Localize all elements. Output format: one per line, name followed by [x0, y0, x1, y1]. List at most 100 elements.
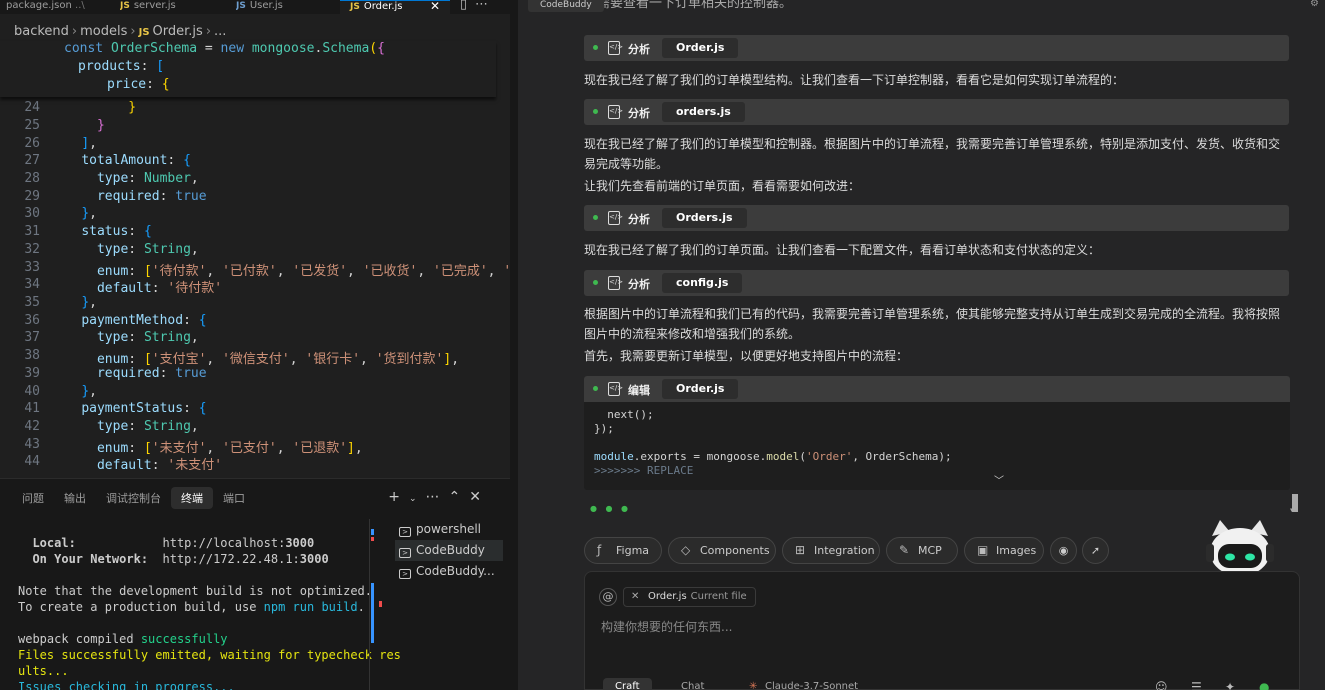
tab-debug-console[interactable]: 调试控制台 [96, 487, 171, 509]
terminal-item-powershell[interactable]: > powershell [395, 519, 503, 540]
tool-card-analyze[interactable]: </> 分析 Orders.js [584, 205, 1289, 231]
assistant-message: 现在我已经了解了我们的订单页面。让我们查看一下配置文件，看看订单状态和支付状态的… [584, 243, 1101, 257]
divider [369, 519, 370, 690]
sticky-line-1: const OrderSchema = new mongoose.Schema(… [64, 41, 385, 56]
pane-divider[interactable] [510, 0, 518, 690]
tool-action: 编辑 [628, 384, 650, 397]
code-line: } [128, 100, 137, 115]
list-icon[interactable]: ☰ [1191, 680, 1202, 690]
chip-mcp[interactable]: ✎ MCP [886, 537, 958, 564]
file-icon: </> [608, 105, 623, 119]
tab-terminal[interactable]: 终端 [171, 487, 213, 509]
tab-server-js[interactable]: JS server.js [120, 0, 210, 14]
tool-card-edit[interactable]: </> 编辑 Order.js [584, 376, 1290, 402]
send-icon[interactable]: ● [1259, 680, 1269, 690]
tool-file[interactable]: config.js [662, 273, 743, 293]
preview-eye-button[interactable]: ◉ [1050, 537, 1077, 564]
context-file-chip[interactable]: ✕ Order.js Current file [623, 587, 756, 607]
code-line: } [96, 118, 105, 133]
image-icon: ▣ [977, 543, 989, 557]
tool-card-analyze[interactable]: </> 分析 Order.js [584, 35, 1289, 61]
tab-output[interactable]: 输出 [54, 487, 96, 509]
tab-problems[interactable]: 问题 [12, 487, 54, 509]
mode-craft[interactable]: Craft [603, 678, 652, 690]
tool-file[interactable]: Orders.js [662, 208, 747, 228]
mode-chat[interactable]: Chat [669, 678, 716, 690]
chip-figma[interactable]: ƒ Figma [584, 537, 662, 564]
sticky-line-2: products: [ [78, 59, 165, 74]
tool-file[interactable]: Order.js [662, 379, 739, 399]
line-number: 26 [24, 136, 40, 151]
terminal-item-codebuddy[interactable]: > CodeBuddy [395, 540, 503, 561]
deploy-rocket-button[interactable]: ➚ [1082, 537, 1109, 564]
tab-package-json[interactable]: package.json ..\ [6, 0, 98, 14]
js-file-icon: JS [236, 1, 246, 11]
tab-label: User.js [249, 0, 283, 11]
code-line: ], [81, 136, 97, 151]
tab-ports[interactable]: 端口 [213, 487, 255, 509]
tool-card-analyze[interactable]: </> 分析 orders.js [584, 99, 1289, 125]
terminal-line: Files successfully emitted, waiting for … [18, 648, 401, 662]
terminal-scrollbar[interactable] [371, 527, 382, 667]
settings-icon[interactable]: ⚙ [1310, 0, 1319, 9]
bottom-panel: 问题 输出 调试控制台 终端 端口 +⌄⋯⌃✕ Local: http://localh… [0, 478, 510, 690]
line-number: 39 [24, 366, 40, 381]
chevron-down-icon[interactable]: ⌄ [409, 494, 426, 504]
new-terminal-icon[interactable]: + [388, 489, 409, 505]
code-line: enum: ['支付宝', '微信支付', '银行卡', '货到付款'], [96, 352, 460, 367]
close-icon[interactable]: ✕ [631, 588, 639, 606]
rocket-icon: ➚ [1090, 544, 1101, 557]
close-tab-icon[interactable]: ✕ [430, 1, 440, 12]
tool-action: 分析 [628, 43, 650, 56]
tool-action: 分析 [628, 278, 650, 291]
tool-card-analyze[interactable]: </> 分析 config.js [584, 270, 1289, 296]
terminal-item-codebuddy-2[interactable]: > CodeBuddy... [395, 561, 503, 582]
terminal-output[interactable]: Local: http://localhost:3000 On Your Net… [18, 535, 401, 690]
line-number: 25 [24, 118, 40, 133]
split-editor-icon[interactable]: ▯ [460, 0, 475, 12]
figma-icon: ƒ [597, 543, 602, 557]
tool-file[interactable]: Order.js [662, 38, 739, 58]
more-icon[interactable]: ⋯ [426, 489, 449, 505]
tab-user-js[interactable]: JS User.js [236, 0, 326, 14]
chip-components[interactable]: ◇ Components [668, 537, 776, 564]
editor-tabs: package.json ..\ JS server.js JS User.js J… [0, 0, 510, 14]
tool-action: 分析 [628, 213, 650, 226]
breadcrumb-more[interactable]: ... [214, 24, 226, 39]
chip-images[interactable]: ▣ Images [964, 537, 1044, 564]
code-line: type: Number, [96, 171, 199, 186]
terminal-icon: > [399, 569, 411, 579]
breadcrumb-file[interactable]: Order.js [153, 24, 203, 39]
expand-chevron-icon[interactable]: ﹀ [994, 472, 1004, 487]
breadcrumb-backend[interactable]: backend [14, 24, 69, 39]
tab-label: server.js [133, 0, 176, 11]
terminal-line: Note that the development build is not o… [18, 584, 373, 598]
code-line: required: true [96, 189, 207, 204]
code-line: }, [81, 206, 97, 221]
edit-code-block[interactable]: </> 编辑 Order.js next(); }); module.expor… [584, 376, 1290, 490]
scroll-down-icon[interactable]: ▾ [1290, 506, 1294, 514]
sparkle-icon[interactable]: ✦ [1225, 680, 1235, 690]
clipped-message: 我需要查看一下订单相关的控制器。 [584, 0, 793, 11]
line-number: 43 [24, 437, 40, 452]
tab-order-js[interactable]: JS Order.js ✕ [340, 0, 450, 14]
tool-file[interactable]: orders.js [662, 102, 745, 122]
chip-integration[interactable]: ⊞ Integration [782, 537, 880, 564]
mention-at-button[interactable]: @ [599, 588, 617, 606]
maximize-icon[interactable]: ⌃ [449, 489, 470, 505]
components-icon: ◇ [681, 543, 691, 557]
breadcrumb-models[interactable]: models [80, 24, 127, 39]
close-icon[interactable]: ✕ [469, 489, 490, 505]
sticky-scroll[interactable]: const OrderSchema = new mongoose.Schema(… [0, 41, 496, 97]
eye-icon: ◉ [1058, 544, 1069, 557]
code-editor[interactable]: 24 25 26 27 28 29 30 31 32 33 34 35 36 3… [0, 100, 510, 470]
chat-input[interactable]: 构建你想要的任何东西... [601, 618, 732, 635]
code-line: totalAmount: { [81, 153, 191, 168]
emoji-icon[interactable]: ☺ [1155, 680, 1168, 690]
terminal-icon: > [399, 527, 411, 537]
more-actions-icon[interactable]: ⋯ [475, 0, 496, 12]
tab-suffix: ..\ [75, 0, 85, 11]
breadcrumb: backend › models › JS Order.js ›... [14, 24, 226, 39]
model-selector[interactable]: ✳ Claude-3.7-Sonnet [743, 678, 870, 690]
line-number: 36 [24, 313, 40, 328]
